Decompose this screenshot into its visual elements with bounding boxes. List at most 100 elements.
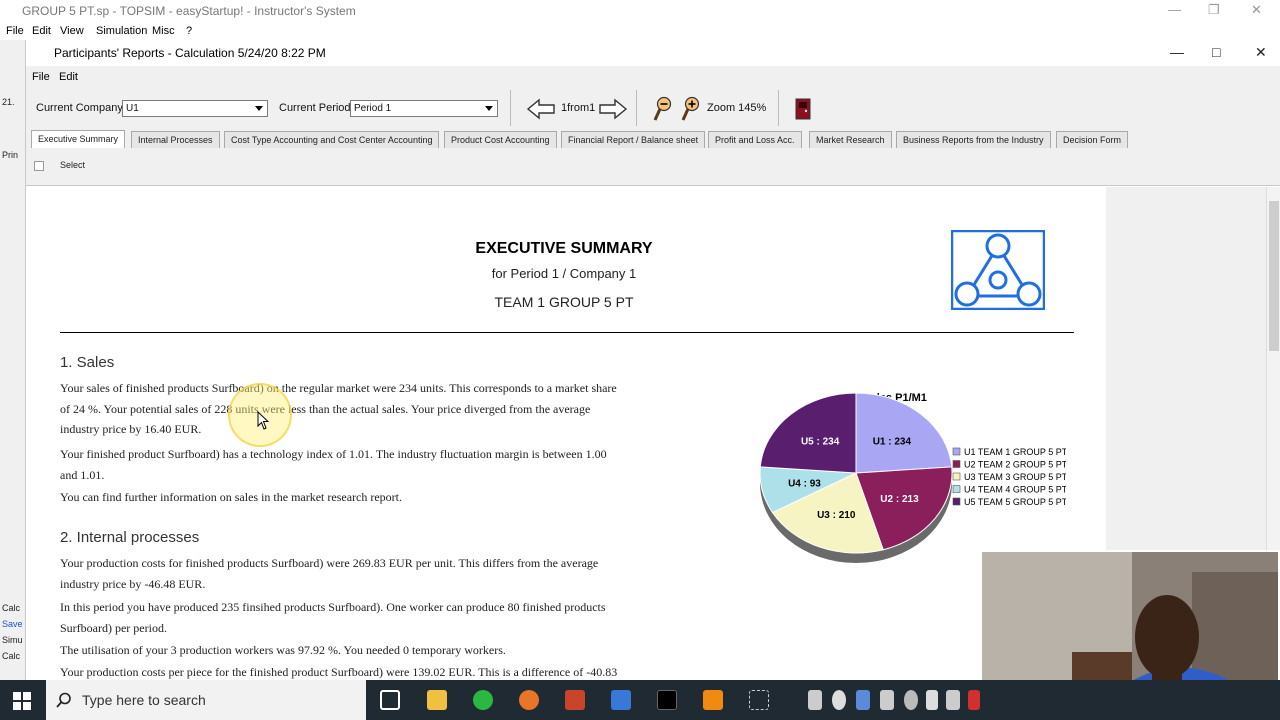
inner-title-bar: Participants' Reports - Calculation 5/24…: [26, 40, 1280, 66]
terminal-icon[interactable]: [657, 690, 677, 710]
period-select[interactable]: Period 1: [350, 100, 498, 117]
next-page-icon[interactable]: [598, 98, 628, 120]
tab-market-research[interactable]: Market Research: [809, 131, 892, 148]
legend-swatch: [952, 485, 961, 493]
strip-label[interactable]: Simu: [2, 635, 23, 645]
taskbar-search-input[interactable]: Type here to search: [46, 680, 366, 720]
company-value: U1: [126, 103, 139, 114]
minimize-icon[interactable]: —: [1170, 44, 1184, 60]
menu-simulation[interactable]: Simulation: [96, 25, 147, 37]
sales-paragraph-3: You can find further information on sale…: [60, 490, 403, 504]
select-bar: Select: [26, 148, 1280, 186]
company-label: Current Company:: [36, 102, 126, 114]
task-view-icon[interactable]: [380, 690, 400, 710]
windows-start-icon[interactable]: [13, 692, 31, 710]
toolbar-divider: [510, 90, 511, 126]
tab-label: Product Cost Accounting: [451, 135, 550, 145]
strip-label[interactable]: Calc: [2, 603, 20, 613]
tab-profit-loss[interactable]: Profit and Loss Acc.: [708, 131, 802, 148]
tray-icon[interactable]: [946, 690, 960, 710]
maximize-icon[interactable]: □: [1212, 44, 1220, 60]
strip-label[interactable]: Save: [2, 619, 23, 629]
section-heading-sales: 1. Sales: [60, 354, 115, 371]
powerpoint-icon[interactable]: [565, 690, 585, 710]
minimize-icon[interactable]: —: [1168, 2, 1181, 17]
report-page: EXECUTIVE SUMMARY for Period 1 / Company…: [26, 187, 1106, 680]
tray-icon[interactable]: [904, 690, 918, 710]
taskbar: Type here to search: [0, 680, 1280, 720]
tab-internal-processes[interactable]: Internal Processes: [131, 131, 220, 148]
text-line: industry price by -46.48 EUR.: [60, 576, 206, 591]
report-toolbar: Current Company: U1 Current Period: Peri…: [26, 88, 1280, 130]
microphone-icon[interactable]: [926, 690, 938, 710]
text-line: In this period you have produced 235 fin…: [60, 600, 606, 614]
tray-icon[interactable]: [880, 690, 894, 710]
menu-misc[interactable]: Misc: [152, 25, 175, 37]
menu-view[interactable]: View: [60, 25, 84, 37]
internal-paragraph-1: Your production costs for finished produ…: [60, 553, 720, 594]
tab-product-cost-accounting[interactable]: Product Cost Accounting: [444, 131, 557, 148]
background-app-strip: 21. Prin Calc Save Simu Calc: [0, 40, 26, 680]
section-heading-internal: 2. Internal processes: [60, 529, 200, 546]
restore-icon[interactable]: ❐: [1208, 2, 1220, 18]
file-explorer-icon[interactable]: [427, 690, 447, 710]
text-line: Your sales of finished products Surfboar…: [60, 381, 617, 395]
chevron-down-icon: [485, 106, 493, 111]
tab-label: Business Reports from the Industry: [903, 135, 1044, 145]
menu-edit[interactable]: Edit: [59, 71, 78, 83]
menu-file[interactable]: File: [32, 71, 50, 83]
recording-app-icon[interactable]: [703, 690, 723, 710]
pie-slice-label: U3 : 210: [817, 510, 856, 521]
tab-business-reports[interactable]: Business Reports from the Industry: [896, 131, 1051, 148]
menu-edit[interactable]: Edit: [32, 25, 51, 37]
tray-icon[interactable]: [968, 690, 980, 710]
select-checkbox[interactable]: [34, 161, 44, 171]
scrollbar-thumb[interactable]: [1269, 201, 1279, 351]
legend-entry: U3 TEAM 3 GROUP 5 PT: [964, 472, 1066, 482]
sales-paragraph-2: Your finished product Surfboard) has a t…: [60, 444, 720, 485]
tab-label: Market Research: [816, 135, 885, 145]
tab-decision-form[interactable]: Decision Form: [1056, 131, 1129, 148]
pie-slice-label: U5 : 234: [801, 437, 840, 448]
page-indicator: 1from1: [561, 102, 596, 114]
inner-menu-bar: File Edit: [26, 66, 1280, 88]
strip-label[interactable]: Calc: [2, 651, 20, 661]
zoom-in-icon[interactable]: [680, 96, 702, 122]
tab-executive-summary[interactable]: Executive Summary: [31, 130, 126, 148]
snipping-tool-icon[interactable]: [749, 690, 769, 710]
zoom-level: Zoom 145%: [707, 102, 767, 114]
tab-label: Profit and Loss Acc.: [715, 135, 795, 145]
topsim-app-icon[interactable]: [611, 690, 631, 710]
menu-file[interactable]: File: [6, 25, 24, 37]
tab-label: Cost Type Accounting and Cost Center Acc…: [231, 135, 433, 145]
exit-door-icon[interactable]: [794, 98, 812, 120]
tab-label: Internal Processes: [138, 135, 213, 145]
period-label: Current Period:: [279, 102, 354, 114]
toolbar-divider: [636, 90, 637, 126]
select-label: Select: [60, 160, 86, 170]
tray-icon[interactable]: [856, 690, 870, 710]
tab-cost-type-accounting[interactable]: Cost Type Accounting and Cost Center Acc…: [224, 131, 440, 148]
close-icon[interactable]: ✕: [1255, 44, 1267, 61]
tray-icon[interactable]: [808, 690, 822, 710]
whatsapp-icon[interactable]: [473, 690, 493, 710]
period-value: Period 1: [354, 103, 392, 114]
text-line: Your production costs for finished produ…: [60, 556, 599, 570]
text-line: industry price by 16.40 EUR.: [60, 422, 202, 436]
legend-swatch: [952, 447, 961, 456]
tray-icon[interactable]: [832, 690, 846, 710]
firefox-icon[interactable]: [519, 690, 539, 710]
previous-page-icon[interactable]: [526, 98, 556, 120]
company-select[interactable]: U1: [122, 100, 268, 117]
menu-help[interactable]: ?: [186, 25, 192, 37]
tab-financial-report[interactable]: Financial Report / Balance sheet: [561, 131, 706, 148]
close-icon[interactable]: ✕: [1251, 2, 1262, 18]
pie-slice-label: U2 : 213: [880, 494, 919, 505]
pie-slice-u5: [759, 392, 857, 474]
header-divider: [60, 332, 1074, 333]
mouse-pointer-icon: [257, 411, 270, 430]
search-placeholder: Type here to search: [82, 692, 206, 708]
zoom-out-icon[interactable]: [652, 96, 674, 122]
pie-slice-label: U1 : 234: [873, 437, 912, 448]
strip-label[interactable]: Prin: [2, 150, 18, 160]
